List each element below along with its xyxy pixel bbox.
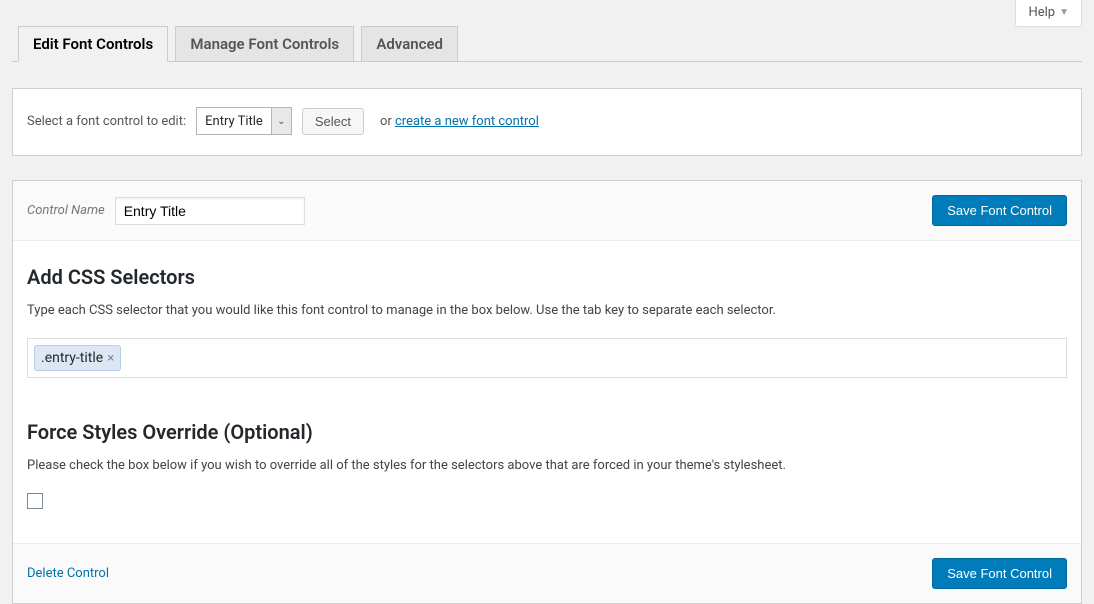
control-name-input[interactable] [115,197,305,225]
select-control-label: Select a font control to edit: [27,114,186,129]
css-selectors-desc: Type each CSS selector that you would li… [27,303,1067,318]
tab-edit-font-controls[interactable]: Edit Font Controls [18,26,168,62]
select-control-panel: Select a font control to edit: Entry Tit… [12,88,1082,156]
control-name-label: Control Name [27,203,105,218]
selector-tag: .entry-title × [34,345,121,371]
save-button-top[interactable]: Save Font Control [932,195,1067,226]
font-control-dropdown[interactable]: Entry Title ⌄ [196,107,292,135]
edit-control-panel: Control Name Save Font Control Add CSS S… [12,180,1082,604]
delete-control-link[interactable]: Delete Control [27,566,109,581]
save-button-bottom[interactable]: Save Font Control [932,558,1067,589]
select-button[interactable]: Select [302,108,364,135]
chevron-down-icon: ⌄ [271,108,291,134]
help-label: Help [1028,5,1055,20]
tab-advanced[interactable]: Advanced [361,26,458,61]
dropdown-value: Entry Title [197,108,271,134]
form-body: Add CSS Selectors Type each CSS selector… [13,241,1081,543]
create-new-link[interactable]: create a new font control [395,114,539,129]
override-checkbox[interactable] [27,493,43,509]
help-tab[interactable]: Help ▼ [1015,0,1082,27]
nav-tabs: Edit Font Controls Manage Font Controls … [12,26,1082,62]
selector-tag-text: .entry-title [41,350,103,366]
css-selectors-input[interactable]: .entry-title × [27,338,1067,378]
override-desc: Please check the box below if you wish t… [27,458,1067,473]
or-word: or [380,114,395,129]
remove-tag-icon[interactable]: × [105,351,114,366]
form-header: Control Name Save Font Control [13,181,1081,241]
form-footer: Delete Control Save Font Control [13,543,1081,603]
override-heading: Force Styles Override (Optional) [27,420,1067,444]
chevron-down-icon: ▼ [1059,7,1069,18]
tab-manage-font-controls[interactable]: Manage Font Controls [175,26,354,61]
css-selectors-heading: Add CSS Selectors [27,265,1067,289]
or-text: or create a new font control [374,114,539,129]
